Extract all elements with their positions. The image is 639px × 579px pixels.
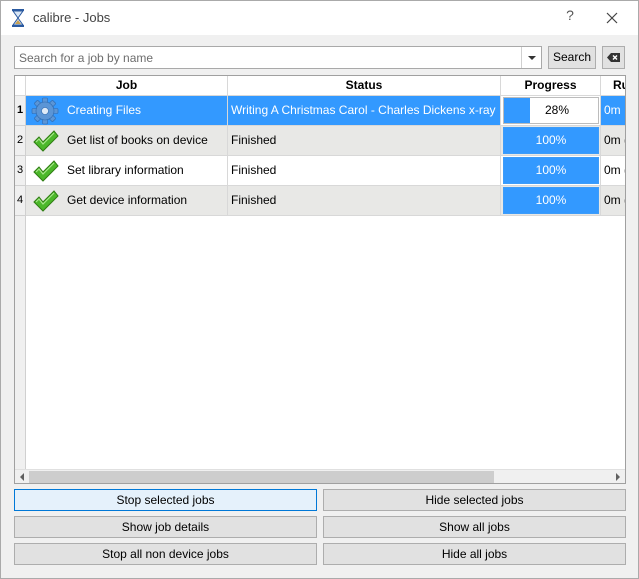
search-button-label: Search: [552, 50, 592, 64]
progress-bar: 100%: [503, 157, 599, 184]
stop-selected-jobs-button[interactable]: Stop selected jobs: [14, 489, 317, 511]
close-icon[interactable]: [601, 7, 623, 29]
table-row[interactable]: 1 Creating Files Writing A Christmas Car…: [15, 96, 625, 126]
job-name: Set library information: [67, 163, 184, 177]
table-row[interactable]: 2 Get list of books on device Finished 1…: [15, 126, 625, 156]
runtime-cell: 0m (: [601, 126, 625, 156]
stop-all-non-device-jobs-button[interactable]: Stop all non device jobs: [14, 543, 317, 565]
job-cell[interactable]: Creating Files: [26, 96, 228, 126]
progress-bar: 28%: [503, 97, 599, 124]
status-cell: Finished: [228, 186, 501, 216]
job-cell[interactable]: Get device information: [26, 186, 228, 216]
progress-cell: 100%: [501, 156, 601, 186]
backspace-icon: [607, 53, 620, 62]
progress-cell: 100%: [501, 126, 601, 156]
show-all-jobs-button[interactable]: Show all jobs: [323, 516, 626, 538]
jobs-table[interactable]: Job Status Progress Ru 1: [14, 75, 626, 484]
scroll-right-icon[interactable]: [611, 470, 625, 484]
horizontal-scrollbar[interactable]: [15, 469, 625, 483]
window-title: calibre - Jobs: [33, 10, 111, 25]
scroll-left-icon[interactable]: [15, 470, 29, 484]
progress-bar: 100%: [503, 187, 599, 214]
search-button[interactable]: Search: [548, 46, 596, 69]
search-history-dropdown[interactable]: [521, 47, 541, 68]
progress-text: 100%: [535, 193, 567, 207]
chevron-down-icon: [528, 56, 536, 60]
status-cell: Finished: [228, 156, 501, 186]
search-combobox[interactable]: [14, 46, 542, 69]
table-header: Job Status Progress Ru: [15, 76, 625, 96]
runtime-cell: 0m (: [601, 156, 625, 186]
column-header-job[interactable]: Job: [26, 76, 228, 95]
job-name: Creating Files: [67, 103, 142, 117]
checkmark-icon: [33, 190, 59, 212]
hourglass-icon: [12, 9, 24, 27]
scrollbar-thumb[interactable]: [29, 471, 494, 483]
table-row[interactable]: 3 Set library information Finished 100% …: [15, 156, 625, 186]
runtime-cell: 0m (: [601, 186, 625, 216]
column-header-status[interactable]: Status: [228, 76, 501, 95]
row-number: 4: [15, 186, 26, 216]
runtime-cell: 0m: [601, 96, 625, 126]
status-cell: Writing A Christmas Carol - Charles Dick…: [228, 96, 501, 126]
title-bar: calibre - Jobs ?: [1, 1, 638, 35]
job-name: Get device information: [67, 193, 188, 207]
column-header-runtime[interactable]: Ru: [601, 76, 625, 95]
status-cell: Finished: [228, 126, 501, 156]
row-number: 2: [15, 126, 26, 156]
row-number: 3: [15, 156, 26, 186]
progress-cell: 28%: [501, 96, 601, 126]
table-row[interactable]: 4 Get device information Finished 100% 0…: [15, 186, 625, 216]
checkmark-icon: [33, 160, 59, 182]
column-header-progress[interactable]: Progress: [501, 76, 601, 95]
hide-selected-jobs-button[interactable]: Hide selected jobs: [323, 489, 626, 511]
corner-header: [15, 76, 26, 95]
job-name: Get list of books on device: [67, 133, 208, 147]
help-button[interactable]: ?: [561, 7, 579, 27]
job-cell[interactable]: Get list of books on device: [26, 126, 228, 156]
search-input[interactable]: [15, 47, 521, 68]
row-header-gutter: [15, 216, 26, 469]
progress-cell: 100%: [501, 186, 601, 216]
progress-text: 28%: [544, 103, 570, 117]
clear-search-button[interactable]: [602, 46, 625, 69]
job-cell[interactable]: Set library information: [26, 156, 228, 186]
hide-all-jobs-button[interactable]: Hide all jobs: [323, 543, 626, 565]
show-job-details-button[interactable]: Show job details: [14, 516, 317, 538]
row-number: 1: [15, 96, 26, 126]
gear-icon: [31, 97, 59, 125]
checkmark-icon: [33, 130, 59, 152]
progress-text: 100%: [535, 163, 567, 177]
jobs-window: calibre - Jobs ? Search Job Status Pr: [0, 0, 639, 579]
progress-bar: 100%: [503, 127, 599, 154]
progress-text: 100%: [535, 133, 567, 147]
